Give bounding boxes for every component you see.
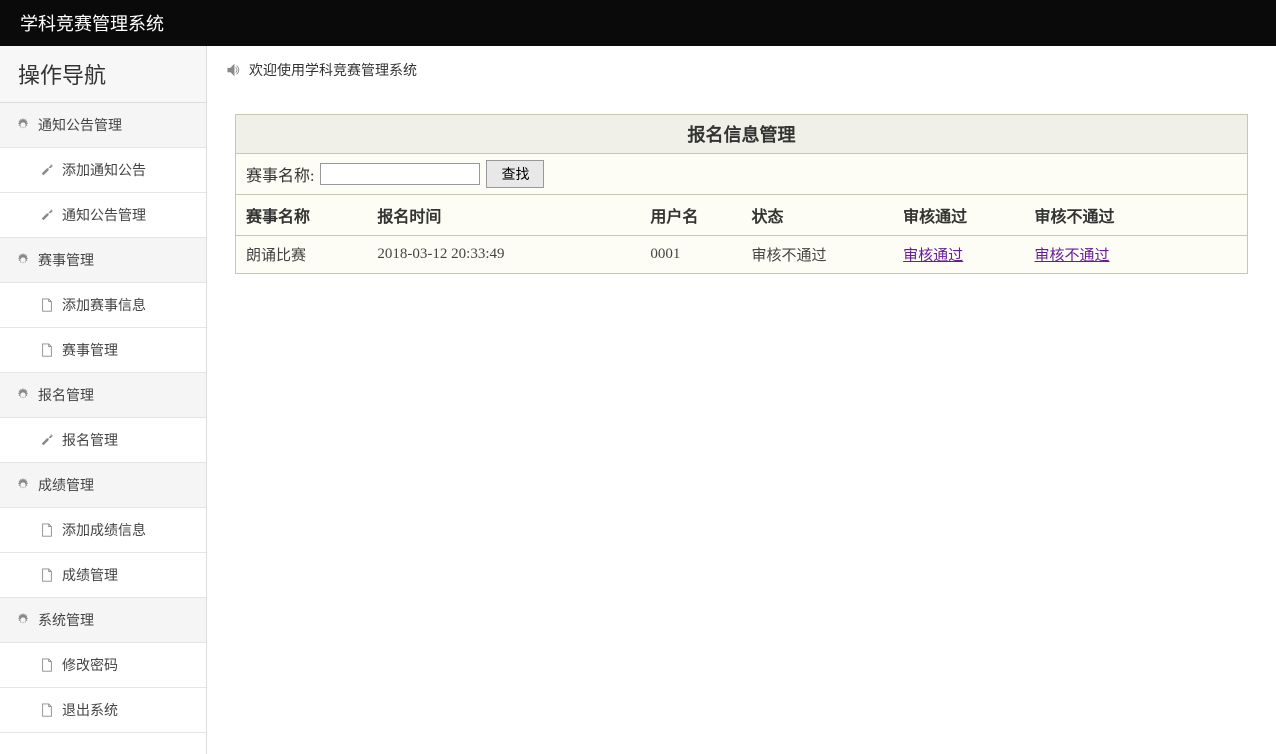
- gear-icon: [16, 118, 30, 132]
- registration-table: 赛事名称报名时间用户名状态审核通过审核不通过 朗诵比赛2018-03-12 20…: [236, 195, 1247, 273]
- panel-title: 报名信息管理: [236, 115, 1247, 154]
- file-icon: [40, 703, 54, 717]
- username-cell: 0001: [640, 236, 741, 274]
- sidebar-title: 操作导航: [0, 46, 206, 103]
- gear-icon: [16, 253, 30, 267]
- nav-item[interactable]: 修改密码: [0, 643, 206, 688]
- signup-time-cell: 2018-03-12 20:33:49: [367, 236, 640, 274]
- nav-item-label: 退出系统: [62, 700, 118, 720]
- search-bar: 赛事名称: 查找: [236, 154, 1247, 195]
- search-button[interactable]: 查找: [486, 160, 544, 188]
- nav-group-label: 成绩管理: [38, 475, 94, 495]
- nav-item-label: 报名管理: [62, 430, 118, 450]
- nav-item[interactable]: 成绩管理: [0, 553, 206, 598]
- file-icon: [40, 298, 54, 312]
- gear-icon: [16, 613, 30, 627]
- app-title: 学科竞赛管理系统: [20, 14, 164, 34]
- speaker-icon: [227, 63, 241, 77]
- wrench-icon: [40, 208, 54, 222]
- file-icon: [40, 658, 54, 672]
- nav-item[interactable]: 报名管理: [0, 418, 206, 463]
- table-header-cell: 报名时间: [367, 195, 640, 236]
- welcome-text: 欢迎使用学科竞赛管理系统: [249, 60, 417, 80]
- wrench-icon: [40, 433, 54, 447]
- nav-group[interactable]: 赛事管理: [0, 238, 206, 283]
- nav-item[interactable]: 退出系统: [0, 688, 206, 733]
- search-label: 赛事名称:: [246, 162, 314, 186]
- search-input[interactable]: [320, 163, 480, 185]
- nav-group[interactable]: 成绩管理: [0, 463, 206, 508]
- sidebar: 操作导航 通知公告管理添加通知公告通知公告管理赛事管理添加赛事信息赛事管理报名管…: [0, 46, 207, 754]
- nav-group-label: 通知公告管理: [38, 115, 122, 135]
- gear-icon: [16, 478, 30, 492]
- welcome-bar: 欢迎使用学科竞赛管理系统: [207, 46, 1276, 94]
- nav-group[interactable]: 通知公告管理: [0, 103, 206, 148]
- wrench-icon: [40, 163, 54, 177]
- table-header-cell: 审核不通过: [1025, 195, 1247, 236]
- nav-item[interactable]: 赛事管理: [0, 328, 206, 373]
- table-header-cell: 用户名: [640, 195, 741, 236]
- nav-item[interactable]: 添加赛事信息: [0, 283, 206, 328]
- approve-link-anchor[interactable]: 审核通过: [903, 248, 963, 264]
- event-name-cell: 朗诵比赛: [236, 236, 367, 274]
- nav-group[interactable]: 报名管理: [0, 373, 206, 418]
- approve-link: 审核通过: [893, 236, 1024, 274]
- table-row: 朗诵比赛2018-03-12 20:33:490001审核不通过审核通过审核不通…: [236, 236, 1247, 274]
- table-header-cell: 赛事名称: [236, 195, 367, 236]
- file-icon: [40, 343, 54, 357]
- nav-group-label: 赛事管理: [38, 250, 94, 270]
- nav-group[interactable]: 系统管理: [0, 598, 206, 643]
- file-icon: [40, 523, 54, 537]
- nav-item[interactable]: 添加成绩信息: [0, 508, 206, 553]
- reject-link-anchor[interactable]: 审核不通过: [1035, 248, 1110, 264]
- status-cell: 审核不通过: [741, 236, 893, 274]
- nav-item-label: 赛事管理: [62, 340, 118, 360]
- nav-item-label: 通知公告管理: [62, 205, 146, 225]
- reject-link: 审核不通过: [1025, 236, 1247, 274]
- registration-panel: 报名信息管理 赛事名称: 查找 赛事名称报名时间用户名状态审核通过审核不通过 朗…: [235, 114, 1248, 274]
- table-header-cell: 审核通过: [893, 195, 1024, 236]
- file-icon: [40, 568, 54, 582]
- nav-item-label: 添加赛事信息: [62, 295, 146, 315]
- nav-item-label: 添加通知公告: [62, 160, 146, 180]
- nav-group-label: 报名管理: [38, 385, 94, 405]
- main-content: 欢迎使用学科竞赛管理系统 报名信息管理 赛事名称: 查找 赛事名称报名时间用户名…: [207, 46, 1276, 754]
- nav-item[interactable]: 添加通知公告: [0, 148, 206, 193]
- gear-icon: [16, 388, 30, 402]
- nav-group-label: 系统管理: [38, 610, 94, 630]
- nav-item-label: 添加成绩信息: [62, 520, 146, 540]
- nav-item-label: 修改密码: [62, 655, 118, 675]
- nav-item-label: 成绩管理: [62, 565, 118, 585]
- nav-item[interactable]: 通知公告管理: [0, 193, 206, 238]
- table-header-cell: 状态: [741, 195, 893, 236]
